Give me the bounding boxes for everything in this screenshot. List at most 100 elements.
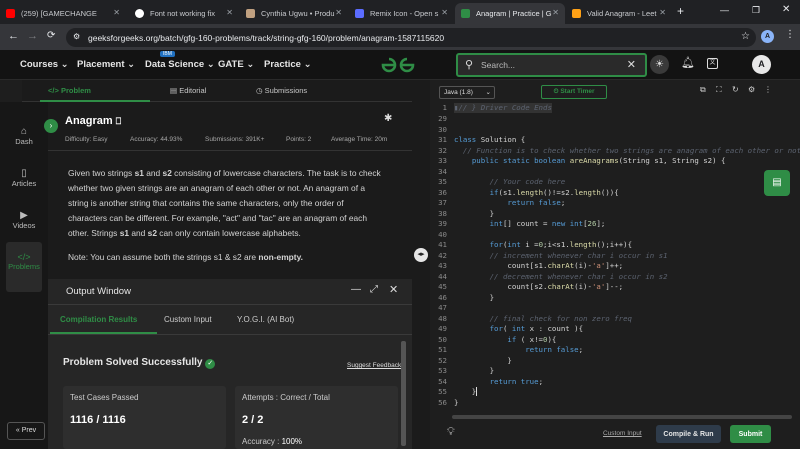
- points: Points: 2: [286, 136, 312, 143]
- minimize-icon[interactable]: —: [351, 284, 361, 295]
- code-editor-panel: Java (1.8) ⌄ ⏲ Start Timer ⧉ ⛶ ↻ ⚙ ⋮ 1 ▮//…: [430, 80, 800, 449]
- chevron-down-icon: ⌄: [246, 59, 255, 70]
- avg-time: Average Time: 20m: [331, 136, 388, 143]
- text: Given two strings: [68, 168, 135, 178]
- prev-button[interactable]: « Prev: [7, 422, 45, 440]
- settings-icon[interactable]: ⚙: [748, 85, 755, 94]
- browser-tab-5[interactable]: Anagram | Practice | G ✕: [455, 3, 565, 24]
- search-box[interactable]: ⚲ Search... ✕: [456, 53, 647, 77]
- status-text: Problem Solved Successfully: [63, 357, 203, 368]
- close-icon[interactable]: ✕: [335, 8, 342, 17]
- line-number: 37: [438, 198, 447, 207]
- nav-practice[interactable]: Practice ⌄: [264, 59, 312, 70]
- tab-editorial[interactable]: ▤ Editorial: [170, 86, 206, 95]
- tab-custom-input[interactable]: Custom Input: [164, 315, 212, 324]
- line-number: 53: [438, 366, 447, 375]
- bulb-icon[interactable]: 💡︎: [447, 426, 455, 439]
- panel-splitter[interactable]: [412, 80, 430, 449]
- line-number: 34: [438, 167, 447, 176]
- resize-handle-icon[interactable]: ◂▸: [414, 248, 428, 262]
- bookmark-star-icon[interactable]: ☆: [741, 31, 750, 42]
- new-tab-icon[interactable]: +: [677, 4, 684, 18]
- line-number: 1: [442, 103, 447, 112]
- profile-avatar[interactable]: A: [761, 30, 774, 43]
- browser-tab-3[interactable]: Cynthia Ugwu • Produ ✕: [240, 3, 348, 24]
- close-icon[interactable]: ✕: [113, 8, 120, 17]
- tab-label: Cynthia Ugwu • Produ: [261, 9, 335, 18]
- browser-tab-2[interactable]: Font not working fix ✕: [129, 3, 239, 24]
- close-icon[interactable]: ✕: [659, 8, 666, 17]
- back-icon[interactable]: ←: [8, 30, 19, 42]
- user-avatar[interactable]: A: [752, 55, 771, 74]
- forward-icon[interactable]: →: [27, 30, 38, 42]
- nav-gate[interactable]: GATE ⌄: [218, 59, 254, 70]
- browser-tab-6[interactable]: Valid Anagram - Leet ✕: [566, 3, 672, 24]
- url-field[interactable]: ⚙ geeksforgeeks.org/batch/gfg-160-proble…: [66, 28, 756, 47]
- close-window-icon[interactable]: ✕: [782, 4, 790, 15]
- problem-title: Anagram ⎕: [65, 115, 121, 127]
- text: s2: [147, 228, 157, 238]
- language-select[interactable]: Java (1.8) ⌄: [439, 86, 495, 99]
- site-icon: [246, 9, 255, 18]
- line-number: 47: [438, 303, 447, 312]
- tab-label: Font not working fix: [150, 9, 216, 18]
- sidebar-item-dash[interactable]: ⌂ Dash: [6, 126, 42, 166]
- tab-submissions[interactable]: ◷ Submissions: [256, 86, 307, 95]
- suggest-feedback-link[interactable]: Suggest Feedback: [347, 362, 401, 369]
- translate-icon[interactable]: 文: [707, 58, 718, 69]
- articles-icon: ▯: [21, 168, 27, 179]
- expand-sidebar-icon[interactable]: ›: [44, 119, 58, 133]
- start-timer-button[interactable]: ⏲ Start Timer: [541, 85, 607, 99]
- site-info-icon[interactable]: ⚙: [73, 32, 80, 41]
- sidebar-item-articles[interactable]: ▯ Articles: [6, 168, 42, 208]
- restore-icon[interactable]: ❐: [752, 5, 760, 16]
- theme-toggle-icon[interactable]: ☀: [650, 55, 669, 74]
- tab-label: Editorial: [179, 86, 207, 95]
- compile-run-button[interactable]: Compile & Run: [656, 425, 721, 443]
- browser-tab-4[interactable]: Remix Icon - Open s ✕: [349, 3, 454, 24]
- tab-compilation-results[interactable]: Compilation Results: [60, 315, 137, 324]
- close-icon[interactable]: ✕: [441, 8, 448, 17]
- clear-icon[interactable]: ✕: [627, 58, 636, 71]
- chat-icon[interactable]: ▤: [764, 170, 790, 196]
- more-icon[interactable]: ⋮: [764, 85, 772, 94]
- desc-line-1: Given two strings s1 and s2 consisting o…: [68, 166, 408, 181]
- bug-report-icon[interactable]: ✱: [384, 113, 392, 124]
- scrollbar[interactable]: [401, 341, 406, 446]
- expand-icon[interactable]: ⤢: [370, 284, 378, 295]
- reload-icon[interactable]: ⟳: [47, 30, 55, 41]
- code-line: // final check for non zero freq: [454, 314, 632, 323]
- code-icon: </>: [48, 86, 59, 95]
- fullscreen-icon[interactable]: ⛶: [716, 85, 722, 95]
- close-icon[interactable]: ✕: [226, 8, 233, 17]
- close-icon[interactable]: ✕: [389, 283, 398, 296]
- code-area[interactable]: 1 ▮// } Driver Code Ends 29 30 31 class So…: [430, 102, 800, 407]
- sidebar-item-problems[interactable]: </> Problems: [6, 242, 42, 292]
- custom-input-link[interactable]: Custom Input: [603, 430, 642, 437]
- line-number: 54: [438, 377, 447, 386]
- menu-icon[interactable]: ⋮: [785, 29, 795, 40]
- minimize-icon[interactable]: —: [720, 5, 729, 15]
- text: s1: [119, 228, 130, 238]
- submit-button[interactable]: Submit: [730, 425, 771, 443]
- tab-yogi-ai-bot[interactable]: Y.O.G.I. (AI Bot): [237, 315, 294, 324]
- nav-placement[interactable]: Placement ⌄: [77, 59, 135, 70]
- nav-data-science[interactable]: Data Science ⌄: [145, 59, 215, 70]
- bookmark-icon[interactable]: ⎕: [116, 116, 121, 126]
- close-icon[interactable]: ✕: [552, 8, 559, 17]
- browser-tab-1[interactable]: (259) [GAMECHANGE ✕: [0, 3, 126, 24]
- tab-problem[interactable]: </> Problem: [48, 86, 91, 95]
- notification-bell-icon[interactable]: 🔔︎: [681, 56, 695, 69]
- text: consisting of lowercase characters. The …: [171, 168, 381, 178]
- nav-courses[interactable]: Courses ⌄: [20, 59, 69, 70]
- clock-icon: ◷: [256, 86, 263, 95]
- line-number: 32: [438, 146, 447, 155]
- code-line: // Your code here: [454, 177, 566, 186]
- reset-icon[interactable]: ↻: [732, 85, 739, 94]
- gfg-logo[interactable]: [380, 56, 416, 74]
- nav-label: GATE: [218, 59, 244, 70]
- horizontal-scrollbar[interactable]: [452, 415, 792, 419]
- copy-icon[interactable]: ⧉: [700, 85, 706, 95]
- double-chevron-left-icon: «: [15, 427, 20, 434]
- divider: [48, 150, 412, 151]
